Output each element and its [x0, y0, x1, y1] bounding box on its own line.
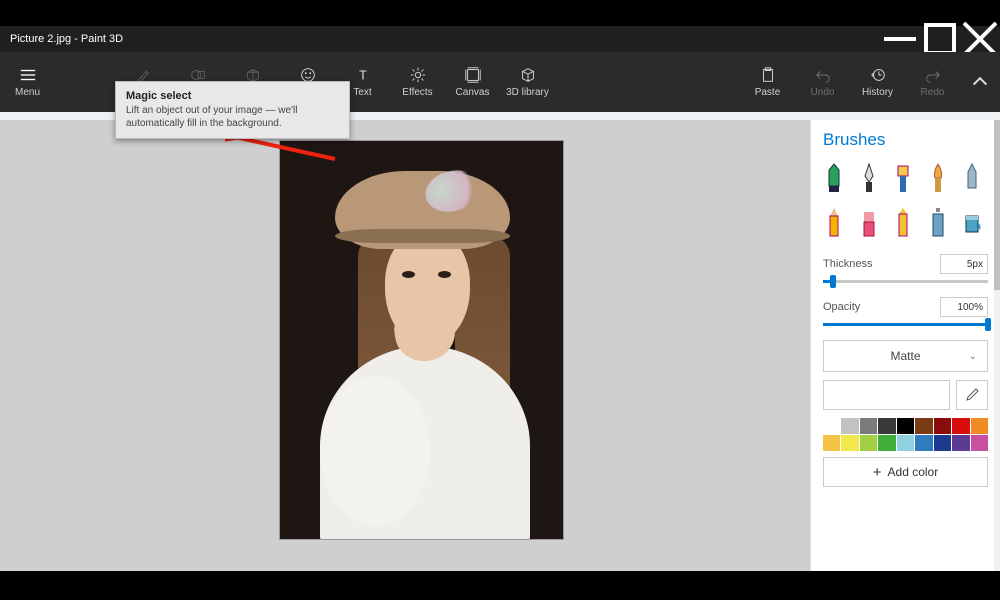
undo-button[interactable]: Undo	[795, 52, 850, 112]
canvas-image[interactable]	[279, 140, 564, 540]
opacity-slider[interactable]	[823, 323, 988, 326]
color-swatch[interactable]	[841, 418, 858, 434]
canvas-icon	[464, 66, 482, 84]
undo-icon	[814, 66, 832, 84]
color-swatch[interactable]	[860, 418, 877, 434]
brushes-panel: Brushes Thickness 5px Opacity 100%	[810, 120, 1000, 571]
thickness-label: Thickness	[823, 258, 873, 270]
color-swatch[interactable]	[878, 435, 895, 451]
paste-button[interactable]: Paste	[740, 52, 795, 112]
opacity-input[interactable]: 100%	[940, 297, 988, 317]
color-swatches	[823, 418, 988, 451]
history-button[interactable]: History	[850, 52, 905, 112]
color-swatch[interactable]	[934, 418, 951, 434]
redo-icon	[924, 66, 942, 84]
color-swatch[interactable]	[952, 435, 969, 451]
eyedropper-icon	[964, 387, 980, 403]
brush-calligraphy[interactable]	[858, 160, 880, 194]
close-button[interactable]	[960, 26, 1000, 52]
color-swatch[interactable]	[823, 435, 840, 451]
color-swatch[interactable]	[915, 418, 932, 434]
thickness-input[interactable]: 5px	[940, 254, 988, 274]
minimize-button[interactable]	[880, 26, 920, 52]
add-color-button[interactable]: + Add color	[823, 457, 988, 487]
color-swatch[interactable]	[971, 418, 988, 434]
current-color-swatch[interactable]	[823, 380, 950, 410]
tooltip-body: Lift an object out of your image — we'll…	[126, 105, 339, 130]
color-swatch[interactable]	[860, 435, 877, 451]
color-swatch[interactable]	[897, 418, 914, 434]
effects-icon	[409, 66, 427, 84]
eyedropper-button[interactable]	[956, 380, 988, 410]
brush-watercolor[interactable]	[927, 160, 949, 194]
brush-eraser[interactable]	[858, 204, 880, 238]
color-swatch[interactable]	[878, 418, 895, 434]
material-dropdown[interactable]: Matte ⌄	[823, 340, 988, 372]
chevron-down-icon: ⌄	[969, 351, 977, 362]
menu-button[interactable]: Menu	[0, 52, 55, 112]
canvas-workspace[interactable]	[0, 120, 810, 571]
color-swatch[interactable]	[934, 435, 951, 451]
panel-scrollbar[interactable]	[994, 120, 1000, 571]
title-bar: Picture 2.jpg - Paint 3D	[0, 26, 1000, 52]
thickness-thumb[interactable]	[830, 275, 836, 288]
paste-icon	[759, 66, 777, 84]
window-title: Picture 2.jpg - Paint 3D	[0, 33, 880, 45]
brush-pencil[interactable]	[823, 204, 845, 238]
color-swatch[interactable]	[823, 418, 840, 434]
maximize-button[interactable]	[920, 26, 960, 52]
color-swatch[interactable]	[952, 418, 969, 434]
redo-button[interactable]: Redo	[905, 52, 960, 112]
expand-ribbon-button[interactable]	[960, 52, 1000, 112]
magic-select-tooltip: Magic select Lift an object out of your …	[115, 81, 350, 139]
chevron-up-icon	[971, 73, 989, 91]
history-icon	[869, 66, 887, 84]
brush-marker[interactable]	[823, 160, 845, 194]
brush-pixel[interactable]	[961, 160, 983, 194]
brush-spray[interactable]	[927, 204, 949, 238]
hamburger-icon	[19, 66, 37, 84]
brush-fill[interactable]	[961, 204, 983, 238]
opacity-thumb[interactable]	[985, 318, 991, 331]
brush-grid	[823, 160, 988, 238]
color-swatch[interactable]	[971, 435, 988, 451]
svg-text:T: T	[359, 69, 367, 83]
color-swatch[interactable]	[915, 435, 932, 451]
menu-label: Menu	[15, 87, 40, 98]
color-swatch[interactable]	[841, 435, 858, 451]
brush-oil[interactable]	[892, 160, 914, 194]
text-icon: T	[354, 66, 372, 84]
color-swatch[interactable]	[897, 435, 914, 451]
library-3d-icon	[519, 66, 537, 84]
thickness-slider[interactable]	[823, 280, 988, 283]
tooltip-title: Magic select	[126, 90, 339, 102]
opacity-label: Opacity	[823, 301, 860, 313]
tab-3d-library[interactable]: 3D library	[500, 52, 555, 112]
panel-title: Brushes	[823, 130, 988, 150]
brush-crayon[interactable]	[892, 204, 914, 238]
tab-effects[interactable]: Effects	[390, 52, 445, 112]
tab-canvas[interactable]: Canvas	[445, 52, 500, 112]
